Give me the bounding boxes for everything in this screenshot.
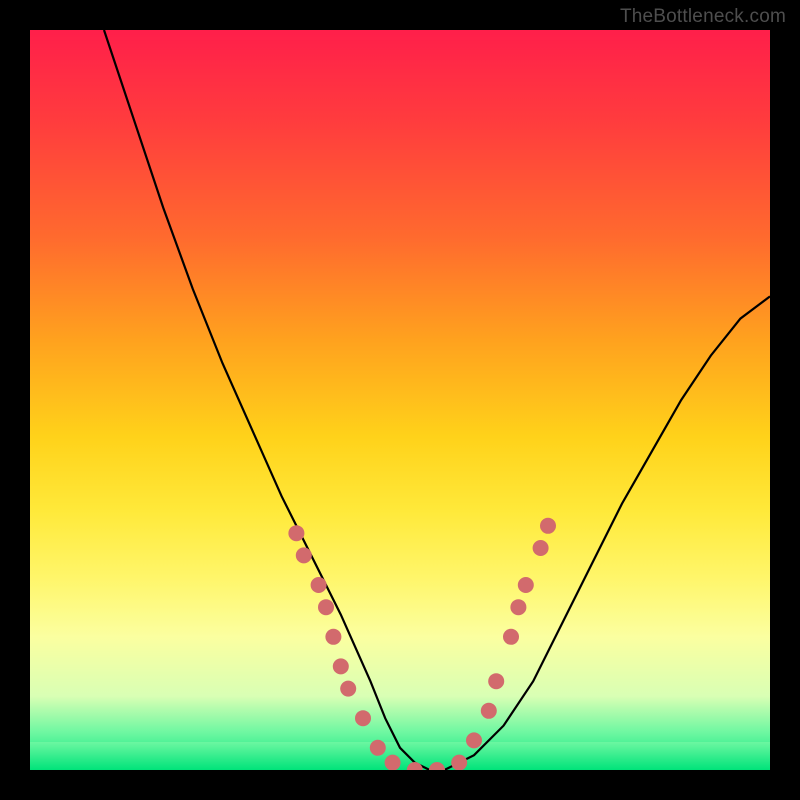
watermark-text: TheBottleneck.com [620, 6, 786, 28]
chart-frame: TheBottleneck.com [0, 0, 800, 800]
curve-marker [296, 547, 312, 563]
curve-marker [481, 703, 497, 719]
curve-marker [370, 740, 386, 756]
curve-marker [429, 762, 445, 770]
curve-marker [340, 681, 356, 697]
curve-marker [355, 710, 371, 726]
curve-marker [533, 540, 549, 556]
curve-marker [325, 629, 341, 645]
curve-marker [288, 525, 304, 541]
curve-marker [385, 755, 401, 770]
bottleneck-curve [104, 30, 770, 770]
curve-marker [466, 732, 482, 748]
curve-marker [510, 599, 526, 615]
curve-marker [518, 577, 534, 593]
curve-marker [407, 762, 423, 770]
curve-marker [333, 658, 349, 674]
curve-marker [451, 755, 467, 770]
curve-marker [540, 518, 556, 534]
curve-marker [503, 629, 519, 645]
curve-marker [318, 599, 334, 615]
curve-marker [311, 577, 327, 593]
curve-svg [30, 30, 770, 770]
curve-marker [488, 673, 504, 689]
plot-area [30, 30, 770, 770]
curve-markers [288, 518, 556, 770]
